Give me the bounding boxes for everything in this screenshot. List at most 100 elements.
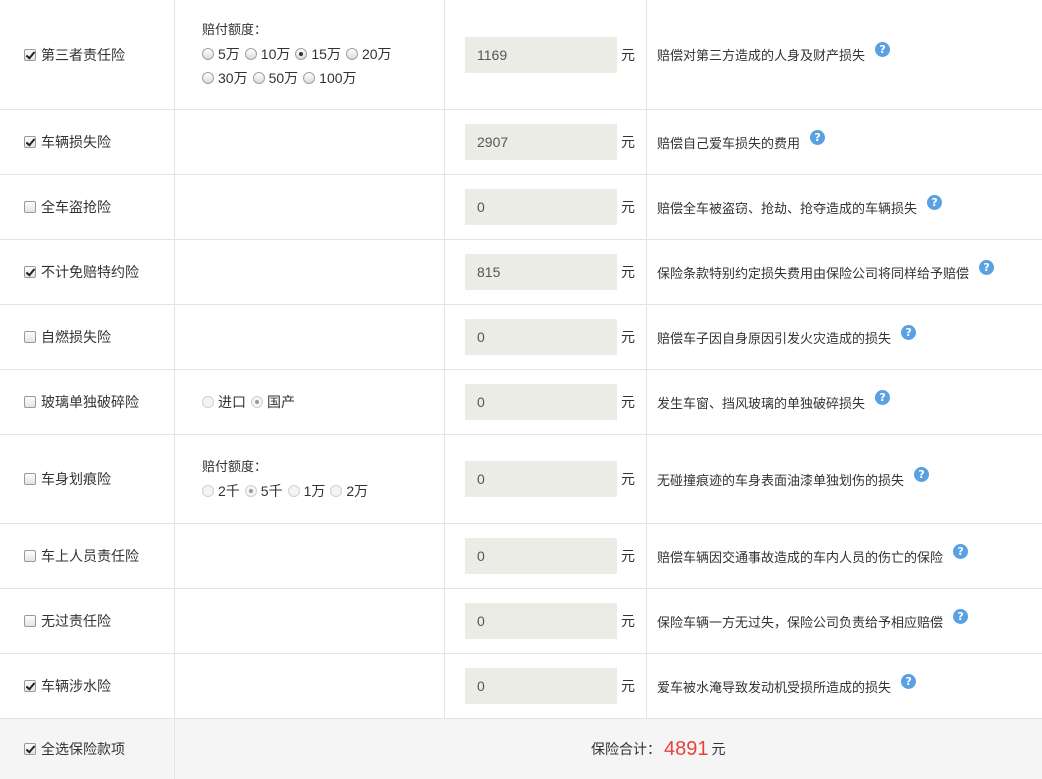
radio-button[interactable] — [202, 396, 214, 408]
radio-label: 100万 — [319, 70, 357, 86]
checkbox-third-party[interactable] — [24, 48, 36, 61]
column-divider — [646, 370, 647, 434]
column-divider — [174, 589, 175, 653]
coverage-title: 赔付额度： — [202, 22, 268, 37]
radio-button[interactable] — [252, 72, 265, 84]
help-icon[interactable]: ? — [927, 194, 943, 210]
radio-button[interactable] — [202, 72, 214, 84]
insurance-row-self-ignition: 自燃损失险 元 赔偿车子因自身原因引发火灾造成的损失? — [0, 305, 1042, 370]
column-divider — [444, 0, 445, 109]
help-icon[interactable]: ? — [901, 324, 917, 340]
insurance-row-vehicle-damage: 车辆损失险 元 赔偿自己爱车损失的费用? — [0, 110, 1042, 175]
insurance-name-label: 第三者责任险 — [41, 46, 125, 63]
radio-button[interactable] — [251, 396, 263, 408]
radio-label: 进口 — [218, 394, 246, 410]
radio-button[interactable] — [287, 484, 300, 497]
help-icon[interactable]: ? — [979, 259, 995, 275]
column-divider — [174, 110, 175, 174]
insurance-table: 第三者责任险赔付额度：5万10万15万20万30万50万100万元赔偿对第三方造… — [0, 0, 1042, 779]
insurance-name-cell: 自燃损失险 — [24, 305, 111, 369]
radio-label: 国产 — [267, 394, 295, 410]
coverage-option[interactable]: 2千 — [202, 481, 240, 501]
coverage-option[interactable]: 30万 — [202, 68, 248, 88]
checkbox-glass[interactable] — [24, 396, 36, 408]
insurance-row-scratch: 车身划痕险 赔付额度： 2千 5千 1万 2万 元 无碰撞痕迹的车身表面油漆单独划伤的损失? — [0, 435, 1042, 524]
currency-unit: 元 — [621, 613, 635, 629]
help-icon[interactable]: ? — [875, 42, 891, 57]
premium-input[interactable] — [465, 538, 617, 574]
coverage-description: 赔偿车子因自身原因引发火灾造成的损失 — [657, 330, 892, 346]
coverage-title: 赔付额度： — [202, 458, 268, 474]
checkbox-no-fault[interactable] — [24, 615, 36, 627]
radio-button[interactable] — [330, 484, 343, 497]
currency-unit: 元 — [621, 471, 635, 487]
radio-label: 10万 — [260, 46, 291, 62]
column-divider — [174, 370, 175, 434]
coverage-option[interactable]: 15万 — [295, 44, 341, 64]
radio-button[interactable] — [244, 484, 257, 497]
insurance-name-cell: 不计免赔特约险 — [24, 240, 139, 304]
column-divider — [444, 654, 445, 718]
premium-input[interactable] — [465, 254, 617, 290]
premium-input[interactable] — [465, 36, 617, 73]
help-icon[interactable]: ? — [953, 543, 969, 559]
radio-button[interactable] — [345, 48, 358, 60]
column-divider — [646, 589, 647, 653]
select-all-checkbox[interactable] — [24, 743, 36, 755]
checkbox-scratch[interactable] — [24, 473, 36, 485]
coverage-option[interactable]: 进口 — [202, 392, 246, 412]
help-icon[interactable]: ? — [810, 129, 826, 145]
help-icon[interactable]: ? — [901, 673, 917, 689]
radio-label: 2千 — [218, 482, 240, 499]
checkbox-wading[interactable] — [24, 680, 36, 692]
column-divider — [444, 305, 445, 369]
column-divider — [174, 0, 175, 109]
column-divider — [174, 524, 175, 588]
checkbox-theft[interactable] — [24, 201, 36, 213]
radio-button[interactable] — [202, 48, 214, 60]
coverage-options: 赔付额度： 2千 5千 1万 2万 — [202, 435, 373, 523]
coverage-option[interactable]: 5万 — [202, 44, 240, 64]
radio-label: 1万 — [303, 482, 326, 499]
coverage-option[interactable]: 10万 — [244, 44, 291, 64]
radio-label: 5千 — [260, 482, 283, 499]
coverage-option[interactable]: 1万 — [287, 481, 326, 501]
insurance-row-glass: 玻璃单独破碎险 进口 国产 元 发生车窗、挡风玻璃的单独破碎损失? — [0, 370, 1042, 435]
coverage-description: 赔偿全车被盗窃、抢劫、抢夺造成的车辆损失 — [657, 200, 918, 216]
coverage-option[interactable]: 5千 — [244, 481, 283, 501]
premium-input[interactable] — [465, 603, 617, 639]
coverage-option[interactable]: 100万 — [303, 68, 357, 88]
checkbox-self-ignition[interactable] — [24, 331, 36, 343]
coverage-option[interactable]: 国产 — [251, 392, 295, 412]
radio-button[interactable] — [295, 48, 308, 60]
radio-button[interactable] — [244, 48, 257, 60]
coverage-option[interactable]: 50万 — [252, 68, 298, 88]
radio-button[interactable] — [303, 72, 316, 84]
help-icon[interactable]: ? — [875, 389, 891, 405]
checkbox-non-deductible[interactable] — [24, 266, 36, 278]
checkbox-passenger[interactable] — [24, 550, 36, 562]
help-icon[interactable]: ? — [914, 466, 930, 482]
column-divider — [646, 175, 647, 239]
insurance-name-cell: 无过责任险 — [24, 589, 111, 653]
radio-label: 2万 — [346, 482, 369, 499]
coverage-option[interactable]: 20万 — [345, 44, 392, 64]
coverage-description: 保险车辆一方无过失，保险公司负责给予相应赔偿 — [657, 614, 944, 630]
premium-input[interactable] — [465, 461, 617, 497]
coverage-options: 进口 国产 — [202, 370, 300, 434]
help-icon[interactable]: ? — [953, 608, 969, 624]
insurance-name-cell: 车身划痕险 — [24, 435, 111, 523]
premium-input[interactable] — [465, 384, 617, 420]
coverage-description: 保险条款特别约定损失费用由保险公司将同样给予赔偿 — [657, 265, 970, 281]
column-divider — [174, 654, 175, 718]
price-cell: 元 — [465, 240, 635, 304]
premium-input[interactable] — [465, 319, 617, 355]
description-cell: 赔偿车辆因交通事故造成的车内人员的伤亡的保险? — [657, 524, 969, 588]
premium-input[interactable] — [465, 124, 617, 160]
coverage-description: 赔偿车辆因交通事故造成的车内人员的伤亡的保险 — [657, 549, 944, 565]
premium-input[interactable] — [465, 668, 617, 704]
radio-button[interactable] — [202, 484, 214, 497]
premium-input[interactable] — [465, 189, 617, 225]
coverage-option[interactable]: 2万 — [330, 481, 368, 501]
checkbox-vehicle-damage[interactable] — [24, 136, 36, 148]
